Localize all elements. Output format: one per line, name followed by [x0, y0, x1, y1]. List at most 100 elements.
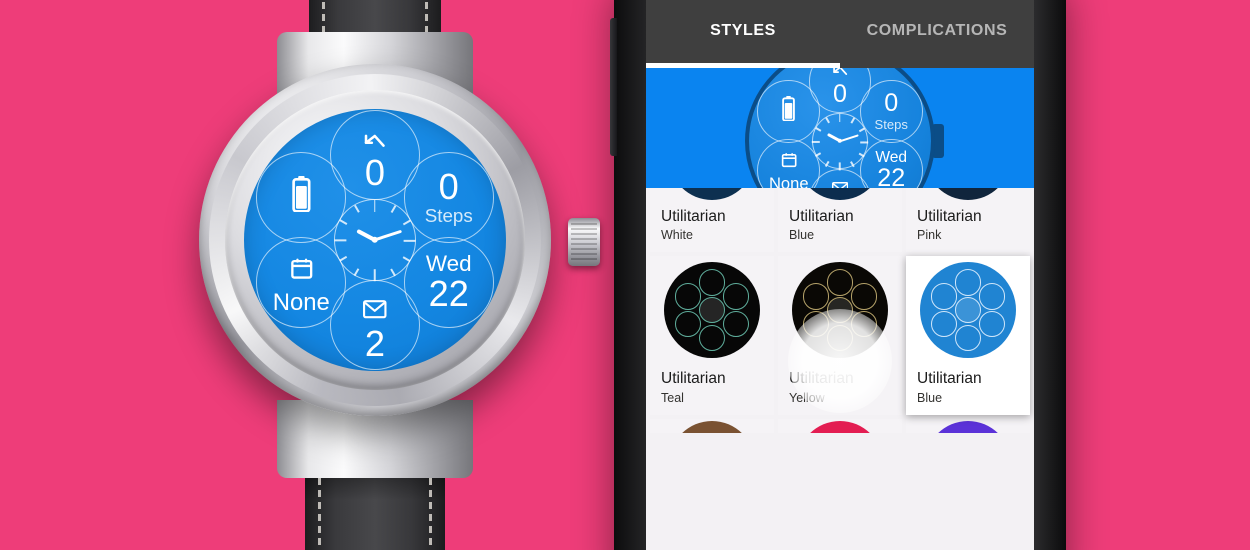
style-card[interactable]: Utilitarian Teal — [650, 256, 774, 415]
style-subtitle: Teal — [661, 390, 684, 405]
subdial-tick — [354, 205, 360, 214]
style-thumbnail — [797, 420, 883, 433]
subdial-tick — [390, 205, 396, 214]
complication-left-upper[interactable] — [256, 152, 347, 243]
thumb-circle — [698, 269, 726, 296]
subdial-tick — [839, 162, 841, 171]
subdial-tick — [860, 141, 869, 143]
style-card[interactable]: Utilitarian Yellow — [778, 256, 902, 415]
style-thumbnail-wrap — [650, 256, 774, 364]
style-thumbnail — [792, 262, 888, 359]
minute-hand — [839, 133, 859, 143]
complication-value: None — [768, 174, 809, 188]
thumb-circle — [954, 324, 982, 352]
style-subtitle: Pink — [917, 228, 942, 243]
style-subtitle: Blue — [917, 390, 943, 405]
subdial-tick — [339, 256, 348, 262]
complication-right-upper[interactable]: 0 Steps — [403, 152, 494, 243]
complication-value: 2 — [364, 322, 386, 364]
subdial-tick — [402, 256, 411, 262]
subdial-tick — [339, 220, 348, 226]
style-card[interactable] — [650, 418, 774, 433]
styles-row: Utilitarian Teal Utilitarian Yellow Util… — [648, 256, 1032, 418]
complication-left-upper[interactable] — [757, 80, 821, 143]
thumb-circle — [698, 324, 726, 352]
tab-bar: STYLES COMPLICATIONS — [646, 0, 1034, 68]
thumb-circle — [978, 311, 1006, 338]
subdial-center-pin — [837, 138, 843, 144]
thumb-circle — [954, 297, 982, 324]
thumb-circle-pattern — [920, 262, 1016, 358]
preview-dial: 00 StepsWed 22 2 None — [749, 68, 931, 188]
thumb-circle — [826, 297, 854, 324]
complication-label: Steps — [424, 205, 473, 227]
style-card[interactable]: Utilitarian Pink — [906, 188, 1030, 253]
envelope-icon — [831, 175, 849, 188]
thumb-circle-pattern — [664, 262, 760, 358]
styles-row — [648, 418, 1032, 437]
style-subtitle: White — [661, 228, 693, 243]
style-thumbnail-wrap — [906, 256, 1030, 364]
complication-value: 0 — [438, 165, 459, 207]
tab-complications[interactable]: COMPLICATIONS — [840, 0, 1034, 68]
subdial-tick — [374, 269, 376, 282]
style-subtitle: Yellow — [789, 390, 825, 405]
battery-icon — [782, 96, 796, 126]
style-card-text: Utilitarian Teal — [650, 364, 774, 414]
complication-left-lower[interactable]: None — [256, 237, 347, 328]
complication-value: 22 — [877, 164, 906, 188]
complication-left-lower[interactable]: None — [757, 139, 821, 188]
thumb-circle — [722, 311, 750, 338]
style-card[interactable]: Utilitarian White — [650, 188, 774, 253]
watch-preview-graphic: 00 StepsWed 22 2 None — [745, 68, 944, 188]
subdial-tick — [825, 161, 830, 167]
subdial-center-pin — [371, 236, 379, 244]
complication-right-lower[interactable]: Wed 22 — [859, 139, 923, 188]
style-thumbnail — [925, 188, 1011, 200]
watch-face-utilitarian: 00 Steps Wed 22 2 None — [244, 109, 506, 371]
tab-styles-label: STYLES — [710, 22, 776, 39]
thumb-circle-pattern — [792, 262, 888, 358]
style-thumbnail-wrap — [906, 419, 1030, 433]
style-subtitle: Blue — [789, 228, 815, 243]
tab-styles[interactable]: STYLES — [646, 0, 840, 68]
thumb-circle — [978, 283, 1006, 310]
subdial-tick — [850, 161, 855, 167]
thumb-circle — [698, 297, 726, 324]
style-card-text: Utilitarian Yellow — [778, 364, 902, 414]
thumb-circle — [930, 283, 958, 310]
style-thumbnail-wrap — [778, 419, 902, 433]
strap-stitching-left — [318, 466, 321, 550]
complication-value: None — [272, 288, 330, 316]
style-card[interactable] — [906, 418, 1030, 433]
thumb-circle — [930, 311, 958, 338]
style-card[interactable] — [778, 418, 902, 433]
calendar-icon — [781, 148, 797, 173]
complication-value: 0 — [364, 152, 386, 194]
style-card[interactable]: Utilitarian Blue — [778, 188, 902, 253]
style-thumbnail-wrap — [650, 188, 774, 202]
watch-crown-button[interactable] — [568, 218, 600, 266]
complication-value: 22 — [428, 273, 469, 315]
subdial-tick — [825, 117, 830, 123]
subdial-tick — [403, 240, 416, 242]
subdial-tick — [815, 152, 821, 157]
watch-face-preview-banner[interactable]: 00 StepsWed 22 2 None — [646, 68, 1034, 188]
subdial-tick — [334, 240, 347, 242]
analog-subdial — [334, 199, 416, 282]
watch-screen[interactable]: 00 Steps Wed 22 2 None — [244, 109, 506, 371]
style-title: Utilitarian — [789, 370, 854, 388]
subdial-tick — [859, 127, 865, 132]
complication-right-upper[interactable]: 0 Steps — [859, 80, 923, 143]
style-card[interactable]: Utilitarian Blue — [906, 256, 1030, 415]
style-thumbnail-wrap — [778, 256, 902, 364]
phone-volume-button[interactable] — [610, 18, 617, 156]
subdial-tick — [390, 268, 396, 277]
envelope-icon — [363, 289, 387, 325]
subdial-tick — [815, 127, 821, 132]
style-title: Utilitarian — [789, 208, 854, 225]
activity-arrow-icon — [363, 118, 387, 154]
subdial-tick — [402, 220, 411, 226]
style-title: Utilitarian — [917, 370, 982, 388]
phone-screen: STYLES COMPLICATIONS 00 Steps Wed 22 Non… — [646, 0, 1034, 550]
